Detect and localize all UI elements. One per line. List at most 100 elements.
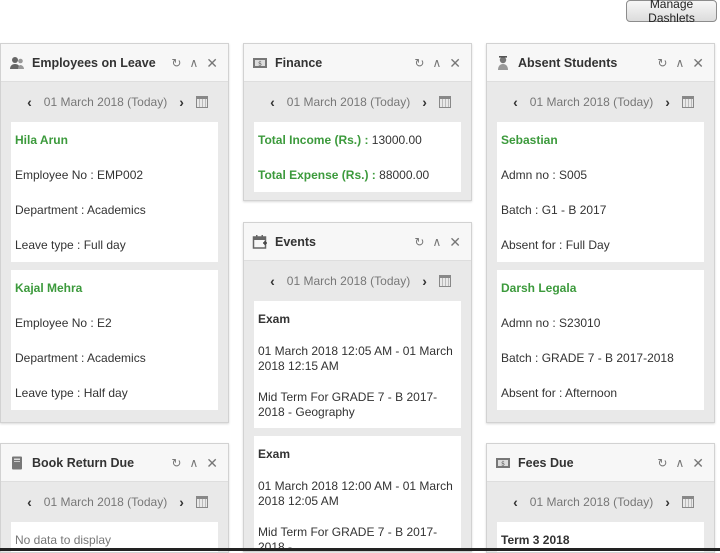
event-type: Exam — [258, 446, 291, 461]
event-description[interactable]: Mid Term For GRADE 7 - B 2017-2018 - — [258, 517, 457, 551]
chevron-right-icon[interactable]: › — [416, 94, 433, 110]
close-icon[interactable]: ✕ — [449, 235, 461, 249]
calendar-icon[interactable] — [681, 96, 694, 108]
employee-name[interactable]: Hila Arun — [15, 122, 214, 157]
calendar-icon[interactable] — [195, 96, 208, 108]
event-description[interactable]: Mid Term For GRADE 7 - B 2017-2018 - Geo… — [258, 382, 457, 428]
event-time: 01 March 2018 12:05 AM - 01 March 2018 1… — [258, 344, 453, 373]
money-icon: $ — [252, 55, 268, 71]
calendar-icon[interactable] — [438, 96, 451, 108]
calendar-event-icon — [252, 234, 268, 250]
dashlet-title: Absent Students — [518, 55, 618, 70]
batch: Batch : G1 - B 2017 — [501, 202, 607, 217]
date-navigator: ‹ 01 March 2018 (Today) › — [1, 82, 228, 122]
chevron-left-icon[interactable]: ‹ — [21, 494, 38, 510]
dashlet-header: $ Fees Due ↻ ∧ ✕ — [487, 444, 714, 482]
collapse-icon[interactable]: ∧ — [189, 457, 198, 469]
dashlet-header: Book Return Due ↻ ∧ ✕ — [1, 444, 228, 482]
dashlet-title: Book Return Due — [32, 455, 135, 470]
date-navigator: ‹ 01 March 2018 (Today) › — [487, 482, 714, 522]
event-time: 01 March 2018 12:00 AM - 01 March 2018 1… — [258, 479, 453, 508]
finance-summary: Total Income (Rs.) : 13000.00 Total Expe… — [254, 122, 461, 192]
chevron-right-icon[interactable]: › — [659, 494, 676, 510]
date-label: 01 March 2018 (Today) — [529, 495, 654, 509]
dashlet-book-return-due: Book Return Due ↻ ∧ ✕ ‹ 01 March 2018 (T… — [0, 443, 229, 553]
refresh-icon[interactable]: ↻ — [657, 57, 667, 69]
total-expense-label[interactable]: Total Expense (Rs.) : — [258, 168, 376, 182]
money-icon: $ — [495, 455, 511, 471]
list-item: Darsh Legala Admn no : S23010 Batch : GR… — [497, 270, 704, 410]
dashlet-title: Employees on Leave — [32, 55, 156, 70]
leave-type: Leave type : Full day — [15, 237, 126, 252]
book-icon — [9, 455, 25, 471]
dashlet-title: Events — [275, 234, 316, 249]
batch: Batch : GRADE 7 - B 2017-2018 — [501, 350, 674, 365]
date-navigator: ‹ 01 March 2018 (Today) › — [487, 82, 714, 122]
svg-text:$: $ — [501, 460, 505, 467]
department: Department : Academics — [15, 202, 146, 217]
calendar-icon[interactable] — [681, 496, 694, 508]
chevron-left-icon[interactable]: ‹ — [507, 494, 524, 510]
dashlet-events: Events ↻ ∧ ✕ ‹ 01 March 2018 (Today) › E… — [243, 222, 472, 552]
list-item: Sebastian Admn no : S005 Batch : G1 - B … — [497, 122, 704, 262]
close-icon[interactable]: ✕ — [206, 456, 218, 470]
chevron-left-icon[interactable]: ‹ — [507, 94, 524, 110]
close-icon[interactable]: ✕ — [449, 56, 461, 70]
refresh-icon[interactable]: ↻ — [171, 457, 181, 469]
total-income: Total Income (Rs.) : 13000.00 — [258, 122, 457, 157]
dashlet-employees-on-leave: Employees on Leave ↻ ∧ ✕ ‹ 01 March 2018… — [0, 43, 229, 423]
leave-type: Leave type : Half day — [15, 385, 128, 400]
list-item: Exam 01 March 2018 12:05 AM - 01 March 2… — [254, 301, 461, 428]
collapse-icon[interactable]: ∧ — [432, 57, 441, 69]
refresh-icon[interactable]: ↻ — [414, 57, 424, 69]
refresh-icon[interactable]: ↻ — [171, 57, 181, 69]
employee-name[interactable]: Kajal Mehra — [15, 270, 214, 305]
collapse-icon[interactable]: ∧ — [675, 457, 684, 469]
calendar-icon[interactable] — [195, 496, 208, 508]
total-income-value: 13000.00 — [371, 132, 422, 147]
total-expense-value: 88000.00 — [379, 167, 430, 182]
absent-for: Absent for : Full Day — [501, 237, 610, 252]
dashlet-title: Fees Due — [518, 455, 574, 470]
chevron-left-icon[interactable]: ‹ — [21, 94, 38, 110]
refresh-icon[interactable]: ↻ — [414, 236, 424, 248]
date-navigator: ‹ 01 March 2018 (Today) › — [1, 482, 228, 522]
dashlet-header: $ Finance ↻ ∧ ✕ — [244, 44, 471, 82]
total-income-label[interactable]: Total Income (Rs.) : — [258, 133, 368, 147]
student-icon — [495, 55, 511, 71]
close-icon[interactable]: ✕ — [692, 56, 704, 70]
collapse-icon[interactable]: ∧ — [189, 57, 198, 69]
date-label: 01 March 2018 (Today) — [43, 95, 168, 109]
close-icon[interactable]: ✕ — [206, 56, 218, 70]
event-type: Exam — [258, 311, 291, 326]
close-icon[interactable]: ✕ — [692, 456, 704, 470]
total-expense: Total Expense (Rs.) : 88000.00 — [258, 157, 457, 192]
dashlet-header: Absent Students ↻ ∧ ✕ — [487, 44, 714, 82]
date-label: 01 March 2018 (Today) — [286, 95, 411, 109]
employee-no: Employee No : EMP002 — [15, 167, 144, 182]
chevron-right-icon[interactable]: › — [416, 273, 433, 289]
dashlet-finance: $ Finance ↻ ∧ ✕ ‹ 01 March 2018 (Today) … — [243, 43, 472, 201]
dashlet-header: Employees on Leave ↻ ∧ ✕ — [1, 44, 228, 82]
people-icon — [9, 55, 25, 71]
absent-for: Absent for : Afternoon — [501, 385, 618, 400]
refresh-icon[interactable]: ↻ — [657, 457, 667, 469]
chevron-left-icon[interactable]: ‹ — [264, 273, 281, 289]
dashlet-title: Finance — [275, 55, 323, 70]
chevron-right-icon[interactable]: › — [173, 494, 190, 510]
manage-dashlets-button[interactable]: Manage Dashlets — [626, 0, 717, 25]
department: Department : Academics — [15, 350, 146, 365]
date-label: 01 March 2018 (Today) — [43, 495, 168, 509]
student-name[interactable]: Darsh Legala — [501, 270, 700, 305]
collapse-icon[interactable]: ∧ — [675, 57, 684, 69]
admission-no: Admn no : S23010 — [501, 315, 601, 330]
chevron-right-icon[interactable]: › — [173, 94, 190, 110]
chevron-right-icon[interactable]: › — [659, 94, 676, 110]
student-name[interactable]: Sebastian — [501, 122, 700, 157]
collapse-icon[interactable]: ∧ — [432, 236, 441, 248]
chevron-left-icon[interactable]: ‹ — [264, 94, 281, 110]
calendar-icon[interactable] — [438, 275, 451, 287]
dashlet-absent-students: Absent Students ↻ ∧ ✕ ‹ 01 March 2018 (T… — [486, 43, 715, 423]
dashlet-header: Events ↻ ∧ ✕ — [244, 223, 471, 261]
date-navigator: ‹ 01 March 2018 (Today) › — [244, 261, 471, 301]
